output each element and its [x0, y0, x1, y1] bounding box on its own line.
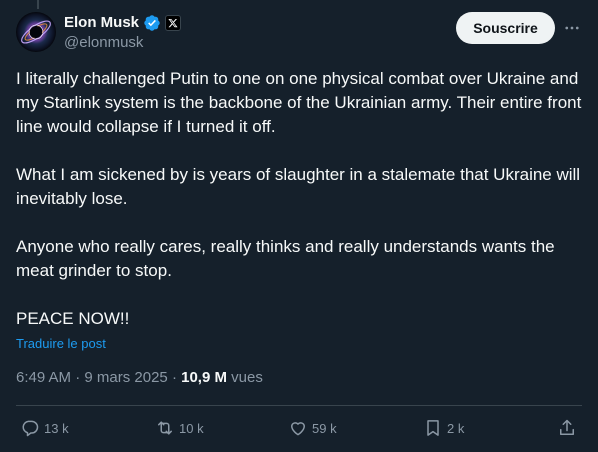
- like-button[interactable]: 59 k: [288, 416, 337, 440]
- views-count: 10,9 M: [181, 369, 227, 386]
- verified-badge-icon[interactable]: [143, 14, 161, 32]
- subscribe-button[interactable]: Souscrire: [456, 12, 555, 44]
- x-logo-icon[interactable]: [165, 15, 182, 31]
- repost-icon: [158, 421, 172, 435]
- author-display-name[interactable]: Elon Musk: [64, 13, 139, 33]
- tweet-time[interactable]: 6:49 AM: [16, 369, 71, 386]
- more-options-button[interactable]: [562, 18, 582, 38]
- more-horizontal-icon: [565, 26, 579, 30]
- reply-button[interactable]: 13 k: [20, 416, 69, 440]
- tweet-paragraph: Anyone who really cares, really thinks a…: [16, 237, 555, 280]
- tweet-date[interactable]: 9 mars 2025: [84, 369, 167, 386]
- author-name-row: Elon Musk: [64, 13, 182, 33]
- share-button[interactable]: [557, 416, 577, 440]
- tweet-header: Elon Musk @elonmusk Souscrire: [16, 12, 582, 56]
- translate-post-link[interactable]: Traduire le post: [16, 336, 106, 352]
- tweet-paragraph: What I am sickened by is years of slaugh…: [16, 165, 581, 208]
- tweet-paragraph: I literally challenged Putin to one on o…: [16, 69, 582, 136]
- like-count: 59 k: [312, 420, 337, 436]
- reply-icon: [22, 420, 39, 437]
- author-handle[interactable]: @elonmusk: [64, 33, 143, 53]
- repost-button[interactable]: 10 k: [155, 416, 204, 440]
- separator: ·: [171, 369, 177, 386]
- repost-count: 10 k: [179, 420, 204, 436]
- thread-connector-line: [37, 0, 39, 9]
- avatar[interactable]: [16, 12, 56, 52]
- separator: ·: [75, 369, 81, 386]
- views-label: vues: [231, 369, 263, 386]
- avatar-image: [21, 20, 51, 44]
- reply-count: 13 k: [44, 420, 69, 436]
- bookmark-count: 2 k: [447, 420, 465, 436]
- action-bar: 13 k 10 k 59 k 2 k: [0, 416, 598, 440]
- bookmark-icon: [427, 420, 439, 436]
- tweet-body: I literally challenged Putin to one on o…: [16, 67, 586, 355]
- bookmark-button[interactable]: 2 k: [423, 416, 464, 440]
- tweet-metadata: 6:49 AM · 9 mars 2025 · 10,9 M vues: [16, 368, 263, 388]
- tweet-paragraph: PEACE NOW!!: [16, 309, 130, 328]
- heart-icon: [291, 422, 305, 436]
- share-icon: [560, 419, 574, 435]
- divider: [16, 405, 582, 406]
